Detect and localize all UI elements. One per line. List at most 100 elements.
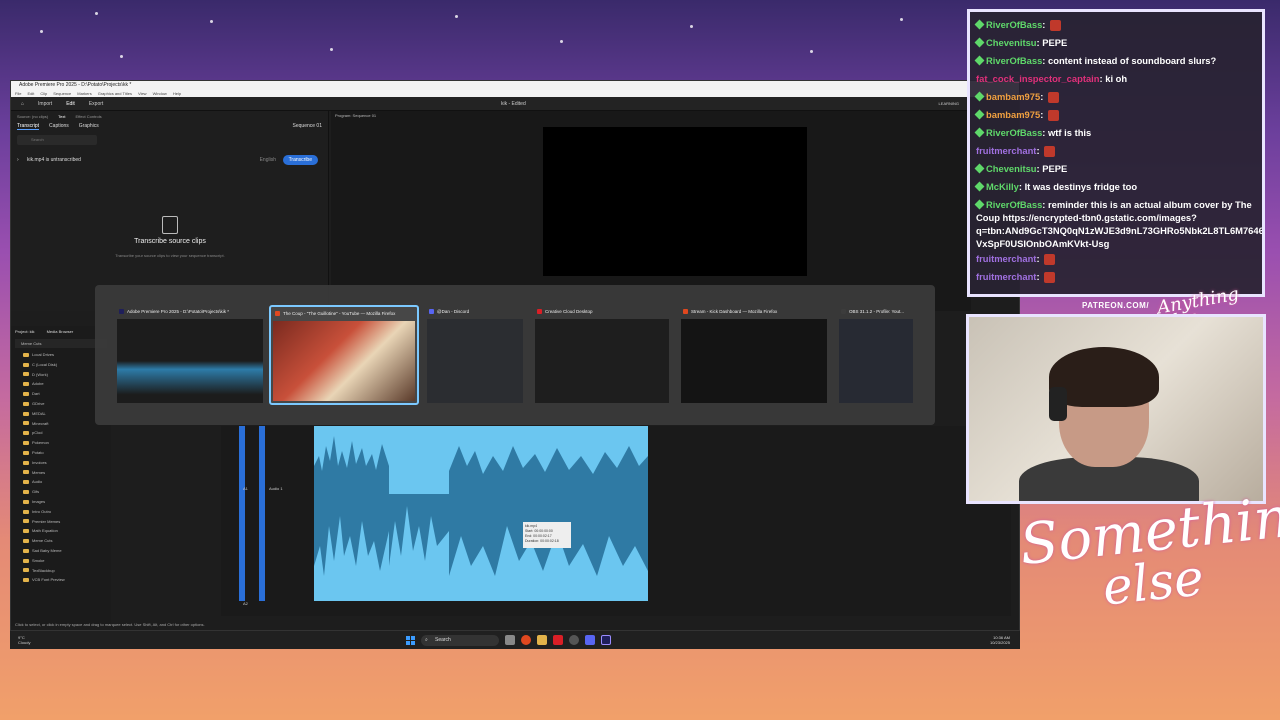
folder-item[interactable]: Pokemon: [23, 438, 111, 448]
audio-clip-1[interactable]: [314, 426, 389, 601]
program-screen[interactable]: [543, 127, 807, 276]
menu-graphics[interactable]: Graphics and Titles: [98, 90, 132, 97]
chevron-right-icon[interactable]: ›: [17, 157, 19, 163]
chat-username[interactable]: Chevenitsu: [986, 163, 1037, 174]
weather-desc: Cloudy: [18, 640, 31, 645]
chat-username[interactable]: RiverOfBass: [986, 55, 1042, 66]
switcher-item-premiere[interactable]: Adobe Premiere Pro 2025 - D:\Potato\Proj…: [115, 305, 265, 405]
chat-message: Chevenitsu: PEPE: [974, 34, 1256, 52]
menu-view[interactable]: View: [138, 90, 147, 97]
switcher-item-kick-dashboard[interactable]: Stream - Kick Dashboard — Mozilla Firefo…: [679, 305, 829, 405]
track-a1-strip[interactable]: [239, 426, 245, 601]
menu-help[interactable]: Help: [173, 90, 181, 97]
menu-markers[interactable]: Markers: [77, 90, 91, 97]
switcher-label: Stream - Kick Dashboard — Mozilla Firefo…: [691, 308, 778, 314]
folder-item[interactable]: Images: [23, 497, 111, 507]
folder-item[interactable]: Memes: [23, 468, 111, 478]
chat-username[interactable]: McKilly: [986, 181, 1019, 192]
obs-icon[interactable]: [569, 635, 579, 645]
chat-username[interactable]: bambam975: [986, 91, 1040, 102]
switcher-item-firefox-youtube[interactable]: The Coup - "The Guillotine" - YouTube — …: [269, 305, 419, 405]
tab-project[interactable]: Project: kik: [15, 329, 35, 334]
chat-message: bambam975:: [974, 88, 1256, 106]
webcam-feed: [966, 314, 1266, 504]
folder-label: VCB Font Preview: [32, 577, 65, 583]
folder-item[interactable]: Sad Baby Meme: [23, 546, 111, 556]
tab-edit[interactable]: Edit: [66, 101, 75, 107]
source-label[interactable]: Source: (no clips): [17, 114, 48, 119]
taskbar-search[interactable]: ⌕ Search: [421, 634, 499, 646]
premiere-icon[interactable]: [601, 635, 611, 645]
tab-transcript[interactable]: Transcript: [17, 123, 40, 130]
folder-item[interactable]: Invoices: [23, 458, 111, 468]
chat-username[interactable]: fruitmerchant: [976, 253, 1036, 264]
creative-cloud-icon[interactable]: [553, 635, 563, 645]
chat-username[interactable]: RiverOfBass: [986, 127, 1042, 138]
home-icon[interactable]: ⌂: [21, 101, 24, 107]
transcribe-description: Transcribe your source clips to view you…: [115, 253, 225, 258]
chat-username[interactable]: fruitmerchant: [976, 271, 1036, 282]
audio-clip-2[interactable]: [449, 426, 648, 601]
folder-item[interactable]: TexBlackbup: [23, 566, 111, 576]
folder-item[interactable]: VCB Font Preview: [23, 575, 111, 585]
switcher-item-obs[interactable]: OBS 31.1.2 - Profile: Yout...: [837, 305, 915, 405]
weather-widget[interactable]: 9°C Cloudy: [18, 635, 30, 645]
folder-icon: [23, 460, 29, 465]
switcher-item-discord[interactable]: @Dan - Discord: [425, 305, 525, 405]
language-select[interactable]: English: [260, 157, 276, 163]
badge-icon: [974, 163, 985, 174]
discord-icon[interactable]: [585, 635, 595, 645]
track-label-a2[interactable]: A2: [243, 601, 248, 606]
clip-status: kik.mp4 is untranscribed: [27, 157, 81, 163]
track-a2-strip[interactable]: [259, 426, 265, 601]
firefox-app-icon: [275, 310, 280, 316]
tab-import[interactable]: Import: [38, 101, 52, 107]
learning-label[interactable]: LEARNING: [939, 101, 959, 106]
tab-captions[interactable]: Captions: [49, 123, 69, 129]
menu-file[interactable]: File: [15, 90, 21, 97]
transcribe-button[interactable]: Transcribe: [282, 155, 318, 165]
chat-username[interactable]: RiverOfBass: [986, 199, 1042, 210]
emote-icon: [1050, 20, 1062, 32]
file-explorer-icon[interactable]: [537, 635, 547, 645]
badge-icon: [974, 91, 985, 102]
folder-item[interactable]: Premier Memes: [23, 517, 111, 527]
folder-item[interactable]: Meme Cuts: [23, 536, 111, 546]
start-icon[interactable]: [406, 635, 415, 645]
folder-item[interactable]: Intro Outro: [23, 507, 111, 517]
task-view-icon[interactable]: [505, 635, 515, 645]
task-switcher: Adobe Premiere Pro 2025 - D:\Potato\Proj…: [95, 285, 935, 425]
text-tab[interactable]: Text: [58, 114, 65, 119]
transcript-search-input[interactable]: Search: [17, 135, 97, 145]
folder-item[interactable]: Potato: [23, 448, 111, 458]
project-filter[interactable]: Meme Cuts: [15, 339, 107, 348]
track-label-a1[interactable]: A1: [243, 486, 248, 491]
folder-item[interactable]: pClod: [23, 428, 111, 438]
folder-item[interactable]: Smoke: [23, 556, 111, 566]
folder-label: Adobe: [32, 381, 44, 387]
folder-item[interactable]: Math Equation: [23, 526, 111, 536]
tab-media-browser[interactable]: Media Browser: [47, 329, 74, 334]
patreon-label: PATREON.COM/: [1082, 301, 1150, 310]
effect-controls-tab[interactable]: Effect Controls: [75, 114, 101, 119]
menu-clip[interactable]: Clip: [40, 90, 47, 97]
folder-item[interactable]: Audio: [23, 477, 111, 487]
menu-edit[interactable]: Edit: [27, 90, 34, 97]
obs-app-icon: [841, 308, 846, 314]
system-clock[interactable]: 10:36 AM 10/23/2025: [990, 635, 1010, 645]
tab-graphics[interactable]: Graphics: [79, 123, 99, 129]
folder-item[interactable]: Gifs: [23, 487, 111, 497]
chat-username[interactable]: fruitmerchant: [976, 145, 1036, 156]
menu-window[interactable]: Window: [153, 90, 167, 97]
tab-export[interactable]: Export: [89, 101, 103, 107]
chat-username[interactable]: RiverOfBass: [986, 19, 1042, 30]
discord-thumbnail: [427, 319, 523, 403]
chat-username[interactable]: Chevenitsu: [986, 37, 1037, 48]
audio-clip-selected[interactable]: [389, 426, 449, 601]
firefox-icon[interactable]: [521, 635, 531, 645]
menu-sequence[interactable]: Sequence: [53, 90, 71, 97]
chat-username[interactable]: fat_cock_inspector_captain: [976, 73, 1100, 84]
switcher-item-creative-cloud[interactable]: Creative Cloud Desktop: [533, 305, 671, 405]
chat-username[interactable]: bambam975: [986, 109, 1040, 120]
folder-icon: [23, 519, 29, 524]
